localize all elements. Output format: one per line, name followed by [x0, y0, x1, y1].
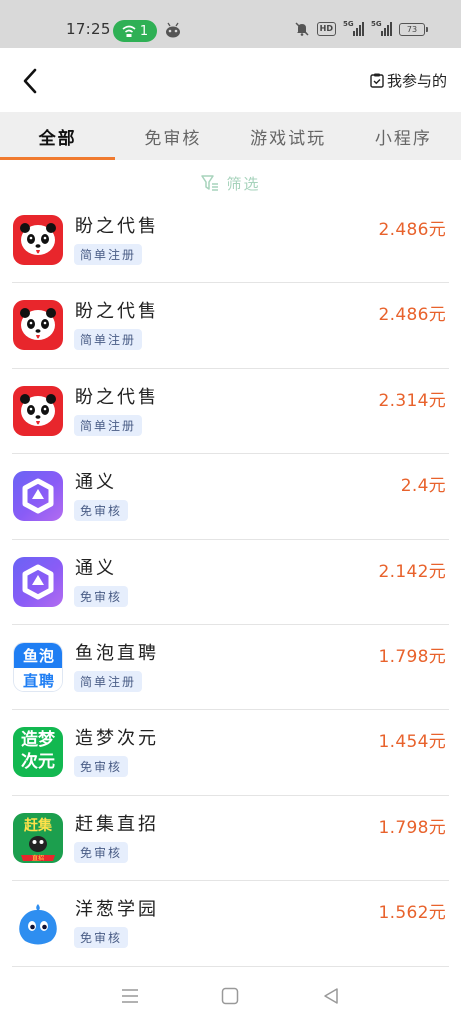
my-joined-button[interactable]: 我参与的: [370, 70, 447, 91]
back-button[interactable]: [316, 981, 346, 1011]
yangcong-icon: [13, 898, 63, 948]
reward-price: 2.4元: [400, 476, 446, 497]
list-item[interactable]: 赶集 直招 赶集直招 免审核 1.798元: [0, 796, 461, 882]
task-tag: 免审核: [74, 927, 129, 949]
mute-bell-icon: [295, 22, 309, 36]
hotspot-count: 1: [139, 23, 149, 39]
status-bar: 17:25 1 HD 5G 5G 73: [0, 0, 461, 48]
task-tag: 简单注册: [74, 244, 143, 265]
status-indicators: HD 5G 5G 73: [294, 20, 428, 37]
reward-price: 2.314元: [378, 390, 446, 411]
task-tag: 免审核: [74, 841, 129, 863]
filter-label: 筛选: [226, 174, 261, 193]
my-joined-label: 我参与的: [386, 72, 447, 90]
list-item[interactable]: 盼之代售 简单注册 2.486元: [0, 283, 461, 370]
task-tag: 免审核: [74, 500, 129, 522]
home-square-icon: [222, 987, 239, 1005]
back-arrow-icon[interactable]: [16, 66, 46, 96]
status-time: 17:25: [66, 20, 111, 38]
app-name: 盼之代售: [75, 216, 159, 237]
ganji-icon: 赶集 直招: [13, 812, 63, 863]
battery-level: 73: [406, 24, 418, 34]
app-name: 洋葱学园: [75, 899, 159, 921]
hd-badge: HD: [316, 22, 336, 36]
reward-price: 1.454元: [378, 732, 446, 753]
reward-price: 1.798元: [378, 817, 446, 838]
tab-mini-program[interactable]: 小程序: [346, 112, 461, 160]
app-name: 通义: [75, 472, 117, 494]
tab-all[interactable]: 全部: [0, 112, 116, 160]
list-item[interactable]: 通义 免审核 2.4元: [0, 454, 461, 540]
list-item[interactable]: 造梦 次元 造梦次元 免审核 1.454元: [0, 710, 461, 797]
reward-price: 2.142元: [378, 561, 446, 582]
reward-price: 2.486元: [378, 220, 446, 240]
filter-button[interactable]: 筛选: [0, 166, 461, 200]
list-item[interactable]: 通义 免审核 2.142元: [0, 540, 461, 626]
home-button[interactable]: [215, 981, 245, 1011]
system-nav-bar: [0, 968, 461, 1024]
menu-button[interactable]: [115, 981, 145, 1011]
list-item[interactable]: 盼之代售 简单注册 2.486元: [0, 198, 461, 284]
battery-icon: 73: [399, 22, 428, 36]
reward-price: 1.562元: [378, 903, 446, 924]
list-item[interactable]: 盼之代售 简单注册 2.314元: [0, 369, 461, 455]
reward-price: 2.486元: [378, 305, 446, 326]
app-name: 通义: [75, 557, 117, 579]
app-name: 造梦次元: [75, 728, 159, 750]
menu-lines-icon: [122, 989, 139, 1003]
list-item[interactable]: 鱼泡 直聘 鱼泡直聘 简单注册 1.798元: [0, 625, 461, 711]
app-task-list: 盼之代售 简单注册 2.486元 盼之代售 简单注册 2.486元 盼之代售 简…: [0, 198, 461, 967]
tab-no-review[interactable]: 免审核: [115, 112, 230, 160]
tongyi-icon: [13, 556, 63, 607]
tongyi-icon: [13, 471, 63, 522]
app-name: 鱼泡直聘: [75, 642, 159, 664]
yupao-icon: 鱼泡 直聘: [13, 641, 63, 692]
panda-icon: [13, 215, 63, 265]
reward-price: 1.798元: [378, 646, 446, 667]
tab-game-trial[interactable]: 游戏试玩: [231, 112, 346, 160]
app-name: 赶集直招: [75, 813, 159, 835]
panda-icon: [13, 385, 63, 436]
back-triangle-icon: [324, 988, 338, 1004]
task-tag: 简单注册: [74, 414, 143, 436]
zaomeng-icon: 造梦 次元: [13, 727, 63, 778]
header: 我参与的: [0, 48, 461, 112]
filter-icon: [201, 175, 219, 191]
list-item[interactable]: 洋葱学园 免审核 1.562元: [0, 881, 461, 967]
signal-strength-icon-1: 5G: [343, 20, 364, 36]
app-name: 盼之代售: [75, 386, 159, 408]
svg-text:直招: 直招: [32, 854, 44, 862]
signal-strength-icon-2: 5G: [371, 20, 392, 36]
category-tabs: 全部 免审核 游戏试玩 小程序: [0, 112, 461, 160]
notification-app-icon: [166, 22, 180, 38]
task-tag: 简单注册: [74, 670, 143, 692]
task-tag: 简单注册: [74, 329, 143, 351]
hotspot-icon: [122, 25, 136, 37]
task-tag: 免审核: [74, 756, 129, 778]
app-name: 盼之代售: [75, 301, 159, 323]
clipboard-check-icon: [370, 73, 384, 88]
hotspot-indicator[interactable]: 1: [113, 20, 157, 42]
task-tag: 免审核: [74, 585, 129, 607]
panda-icon: [13, 300, 63, 351]
